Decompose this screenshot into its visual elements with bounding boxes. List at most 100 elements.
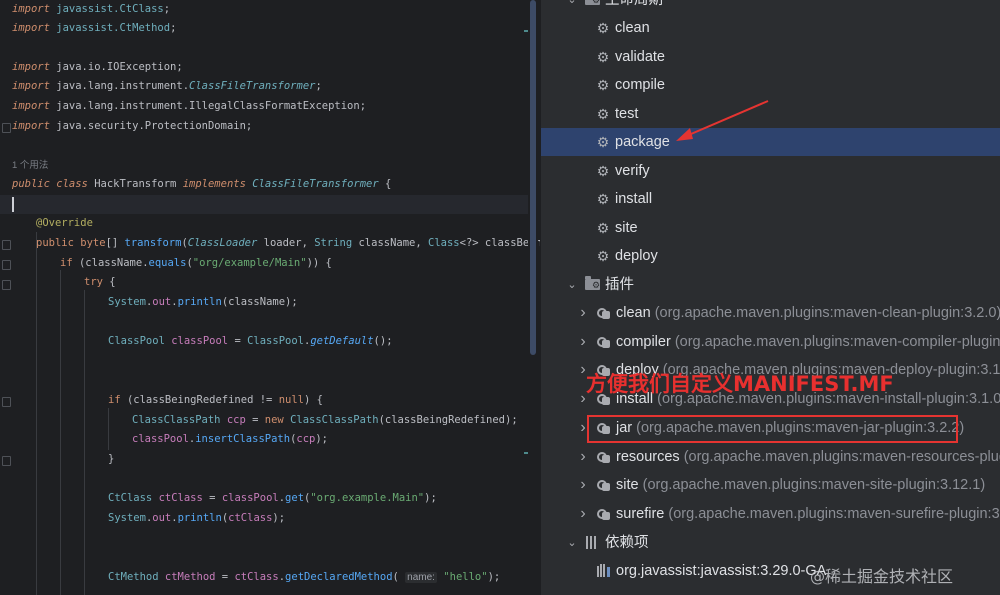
code-token: getDeclaredMethod <box>285 571 393 583</box>
lifecycle-node[interactable]: ⌄ ⚙ 生命周期 <box>541 0 1000 14</box>
code-token: HackTransform <box>94 178 183 190</box>
code-line: classPool.insertClassPath(ccp); <box>132 430 328 448</box>
code-token: String <box>314 237 353 249</box>
chevron-down-icon[interactable]: ⌄ <box>567 271 577 299</box>
chevron-down-icon[interactable]: ⌄ <box>567 0 577 14</box>
lifecycle-goal-validate[interactable]: ⚙ validate <box>541 43 1000 71</box>
code-token: ; <box>315 80 322 92</box>
fold-marker[interactable] <box>2 240 11 250</box>
goal-label: clean <box>615 20 650 36</box>
code-token: ClassLoader <box>187 237 258 249</box>
plugin-text: site (org.apache.maven.plugins:maven-sit… <box>616 471 985 499</box>
code-token: implements <box>182 178 253 190</box>
code-token: import <box>12 100 57 112</box>
plugins-node[interactable]: ⌄ ⚙ 插件 <box>541 271 1000 299</box>
code-token: (classBeingRedefined != <box>126 394 279 406</box>
code-token: new <box>264 414 291 426</box>
lifecycle-goal-install[interactable]: ⚙ install <box>541 185 1000 213</box>
goal-label: test <box>615 105 639 122</box>
code-token: className, <box>352 237 429 249</box>
code-token: import <box>12 22 57 34</box>
dependencies-icon <box>586 536 600 549</box>
code-line: import javassist.CtMethod; <box>12 19 176 37</box>
code-token: (); <box>373 335 393 347</box>
lifecycle-goal-site[interactable]: ⚙ site <box>541 214 1000 242</box>
lifecycle-goal-verify[interactable]: ⚙ verify <box>541 157 1000 185</box>
chevron-right-icon[interactable]: › <box>578 471 588 499</box>
lifecycle-goal-clean[interactable]: ⚙ clean <box>541 14 1000 42</box>
plugin-text: compiler (org.apache.maven.plugins:maven… <box>616 328 1000 356</box>
plugin-coordinates: (org.apache.maven.plugins:maven-resource… <box>683 448 1000 465</box>
plugin-clean[interactable]: › clean (org.apache.maven.plugins:maven-c… <box>541 299 1000 327</box>
gear-icon: ⚙ <box>596 191 610 207</box>
code-token: ; <box>163 3 171 15</box>
chevron-right-icon[interactable]: › <box>578 299 588 327</box>
plugin-resources[interactable]: › resources (org.apache.maven.plugins:mav… <box>541 443 1000 471</box>
lifecycle-goal-package[interactable]: ⚙ package <box>541 128 1000 156</box>
chevron-right-icon[interactable]: › <box>578 500 588 528</box>
fold-marker[interactable] <box>2 456 11 466</box>
code-line: import java.security.ProtectionDomain; <box>12 117 252 135</box>
lifecycle-goal-deploy[interactable]: ⚙ deploy <box>541 242 1000 270</box>
chevron-right-icon[interactable]: › <box>578 328 588 356</box>
code-line: 1 个用法 <box>12 156 48 174</box>
code-token: public class <box>12 178 95 190</box>
code-line: ClassClassPath ccp = new ClassClassPath(… <box>132 411 518 429</box>
code-token: ); <box>487 571 501 583</box>
annotation-highlight-box <box>587 415 958 443</box>
watermark: @稀土掘金技术社区 <box>810 563 953 587</box>
code-token: = <box>228 335 248 347</box>
code-token: equals <box>148 257 187 269</box>
code-token: null <box>278 394 304 406</box>
plugin-coordinates: (org.apache.maven.plugins:maven-clean-pl… <box>654 305 1000 321</box>
code-token: java.security.ProtectionDomain; <box>56 120 253 132</box>
watermark-at: @ <box>810 568 825 586</box>
plugin-icon <box>597 507 613 521</box>
code-token: ClassFileTransformer <box>189 80 316 92</box>
gear-icon: ⚙ <box>596 162 610 179</box>
goal-label: package <box>615 134 670 150</box>
code-token: ); <box>315 433 329 445</box>
fold-marker[interactable] <box>2 280 11 290</box>
lifecycle-goal-test[interactable]: ⚙ test <box>541 100 1000 128</box>
maven-tool-window: ⌄ ⚙ 生命周期 ⚙ clean ⚙ validate ⚙ compile ⚙ test ⚙ pa… <box>540 0 1000 595</box>
code-token: ctMethod <box>164 571 216 583</box>
code-token: classPool <box>171 335 229 347</box>
code-token: = <box>215 571 235 583</box>
code-token: ctClass <box>158 492 203 504</box>
code-line: if (className.equals("org/example/Main")… <box>60 254 332 272</box>
plugin-name: site <box>616 477 639 494</box>
code-token: ) { <box>303 394 323 406</box>
goal-label: install <box>615 191 653 207</box>
code-token: java.io.IOException; <box>56 61 183 73</box>
code-line: } <box>108 450 114 468</box>
editor-scrollbar[interactable] <box>528 0 538 595</box>
code-token: getDefault <box>310 335 374 347</box>
plugin-surefire[interactable]: › surefire (org.apache.maven.plugins:mave… <box>541 500 1000 528</box>
text-caret <box>12 197 14 212</box>
fold-marker[interactable] <box>2 260 11 270</box>
scrollbar-thumb[interactable] <box>530 0 536 355</box>
code-line: public byte[] transform(ClassLoader load… <box>36 234 540 252</box>
fold-marker[interactable] <box>2 397 11 407</box>
code-token: ( <box>392 571 406 583</box>
code-token: ); <box>272 512 286 524</box>
code-token: import <box>12 80 57 92</box>
dependencies-node[interactable]: ⌄ 依赖项 <box>541 529 1000 557</box>
lifecycle-goal-compile[interactable]: ⚙ compile <box>541 71 1000 99</box>
code-token: ccp <box>296 433 316 445</box>
chevron-right-icon[interactable]: › <box>578 443 588 471</box>
plugin-site[interactable]: › site (org.apache.maven.plugins:maven-si… <box>541 471 1000 499</box>
code-editor[interactable]: import javassist.CtClass; import javassis… <box>0 0 540 595</box>
plugin-icon <box>597 450 613 464</box>
fold-marker[interactable] <box>2 123 11 133</box>
code-token: java.lang.instrument. <box>56 80 190 92</box>
code-token: javassist.CtMethod <box>56 22 171 34</box>
code-token: Class <box>428 237 460 249</box>
plugin-compiler[interactable]: › compiler (org.apache.maven.plugins:mave… <box>541 328 1000 356</box>
code-line: System.out.println(className); <box>108 293 298 311</box>
code-line: System.out.println(ctClass); <box>108 509 285 527</box>
chevron-down-icon[interactable]: ⌄ <box>567 529 577 557</box>
code-token: println <box>177 512 222 524</box>
code-token: { <box>109 276 116 288</box>
